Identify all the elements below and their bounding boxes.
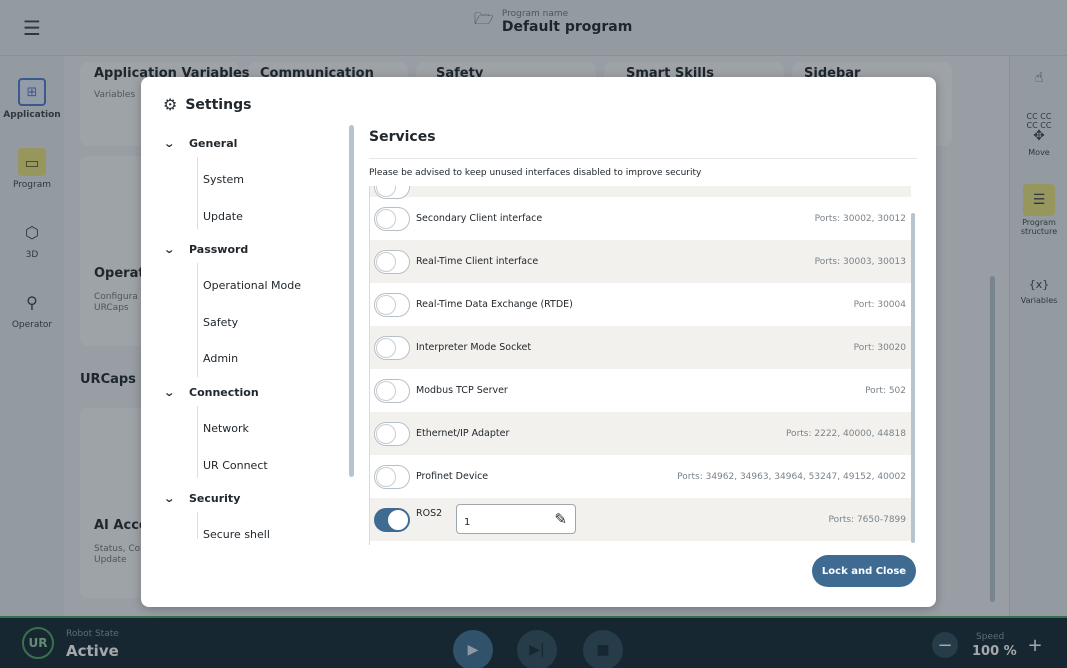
ros2-input-value: 1 xyxy=(464,517,471,528)
service-row-ethernet-ip: Ethernet/IP Adapter Ports: 2222, 40000, … xyxy=(370,412,911,455)
divider xyxy=(369,158,917,159)
nav-group-general[interactable]: ⌄ General xyxy=(165,137,237,150)
toggle-knob xyxy=(376,380,396,401)
service-ports: Ports: 34962, 34963, 34964, 53247, 49152… xyxy=(677,471,906,482)
toggle-knob xyxy=(376,208,396,229)
toggle-knob xyxy=(376,466,396,487)
security-note: Please be advised to keep unused interfa… xyxy=(369,168,702,178)
nav-item-operational-mode[interactable]: Operational Mode xyxy=(203,279,301,292)
nav-item-system[interactable]: System xyxy=(203,173,244,186)
nav-group-label: General xyxy=(189,137,238,150)
toggle-knob xyxy=(376,423,396,444)
chevron-down-icon: ⌄ xyxy=(165,386,179,399)
services-panel: Services Please be advised to keep unuse… xyxy=(369,125,917,545)
service-label: Real-Time Data Exchange (RTDE) xyxy=(416,299,573,310)
nav-divider xyxy=(197,263,198,377)
service-label: ROS2 xyxy=(416,508,443,519)
nav-item-update[interactable]: Update xyxy=(203,210,243,223)
nav-group-label: Password xyxy=(189,243,249,256)
nav-divider xyxy=(197,406,198,478)
chevron-down-icon: ⌄ xyxy=(165,243,179,256)
chevron-down-icon: ⌄ xyxy=(165,137,179,150)
service-row-rtde: Real-Time Data Exchange (RTDE) Port: 300… xyxy=(370,283,911,326)
nav-divider xyxy=(197,157,198,229)
nav-group-security[interactable]: ⌄ Security xyxy=(165,492,240,505)
service-label: Secondary Client interface xyxy=(416,213,543,224)
services-list: Secondary Client interface Ports: 30002,… xyxy=(369,186,911,545)
toggle-knob xyxy=(388,509,408,530)
service-ports: Ports: 2222, 40000, 44818 xyxy=(785,428,906,439)
service-ports: Ports: 30003, 30013 xyxy=(814,256,906,267)
service-toggle[interactable] xyxy=(374,464,410,489)
service-row-realtime-client: Real-Time Client interface Ports: 30003,… xyxy=(370,240,911,283)
toggle-knob xyxy=(376,294,396,315)
nav-item-safety[interactable]: Safety xyxy=(203,316,238,329)
list-item xyxy=(370,186,911,199)
toggle-knob xyxy=(376,186,396,197)
service-toggle[interactable] xyxy=(374,421,410,446)
toggle-knob xyxy=(376,251,396,272)
service-ports: Port: 502 xyxy=(865,385,906,396)
nav-group-label: Connection xyxy=(189,386,259,399)
service-toggle[interactable] xyxy=(374,249,410,274)
service-ports: Ports: 7650-7899 xyxy=(828,514,906,525)
nav-group-connection[interactable]: ⌄ Connection xyxy=(165,386,259,399)
service-row-secondary-client: Secondary Client interface Ports: 30002,… xyxy=(370,197,911,240)
nav-divider xyxy=(197,512,198,539)
nav-item-admin[interactable]: Admin xyxy=(203,352,238,365)
dialog-header: ⚙ Settings xyxy=(163,95,251,114)
service-toggle[interactable] xyxy=(374,206,410,231)
pencil-icon[interactable]: ✎ xyxy=(554,510,567,528)
service-label: Real-Time Client interface xyxy=(416,256,539,267)
service-row-ros2: ROS2 1 ✎ Ports: 7650-7899 xyxy=(370,498,911,541)
nav-item-ur-connect[interactable]: UR Connect xyxy=(203,459,268,472)
chevron-down-icon: ⌄ xyxy=(165,492,179,505)
service-toggle[interactable] xyxy=(374,335,410,360)
services-title: Services xyxy=(369,129,436,145)
service-label: Ethernet/IP Adapter xyxy=(416,428,510,439)
settings-nav: ⌄ General System Update ⌄ Password Opera… xyxy=(165,129,345,539)
nav-group-password[interactable]: ⌄ Password xyxy=(165,243,248,256)
service-label: Profinet Device xyxy=(416,471,489,482)
dialog-title: Settings xyxy=(185,96,252,113)
service-row-profinet: Profinet Device Ports: 34962, 34963, 349… xyxy=(370,455,911,498)
nav-item-network[interactable]: Network xyxy=(203,422,249,435)
toggle-knob xyxy=(376,337,396,358)
service-toggle[interactable] xyxy=(374,507,410,532)
lock-and-close-button[interactable]: Lock and Close xyxy=(812,555,916,587)
service-row-modbus: Modbus TCP Server Port: 502 xyxy=(370,369,911,412)
service-row-interpreter: Interpreter Mode Socket Port: 30020 xyxy=(370,326,911,369)
nav-item-secure-shell[interactable]: Secure shell xyxy=(203,528,270,539)
ros2-domain-input[interactable]: 1 ✎ xyxy=(456,504,576,534)
service-ports: Port: 30020 xyxy=(853,342,906,353)
settings-dialog: ⚙ Settings ⌄ General System Update ⌄ Pas… xyxy=(141,77,936,607)
nav-scrollbar[interactable] xyxy=(349,125,354,477)
service-toggle[interactable] xyxy=(374,378,410,403)
service-ports: Ports: 30002, 30012 xyxy=(814,213,906,224)
nav-group-label: Security xyxy=(189,492,241,505)
service-label: Modbus TCP Server xyxy=(416,385,508,396)
services-scrollbar[interactable] xyxy=(911,213,915,543)
service-toggle[interactable] xyxy=(374,292,410,317)
gear-icon: ⚙ xyxy=(163,95,178,114)
service-label: Interpreter Mode Socket xyxy=(416,342,532,353)
service-ports: Port: 30004 xyxy=(853,299,906,310)
